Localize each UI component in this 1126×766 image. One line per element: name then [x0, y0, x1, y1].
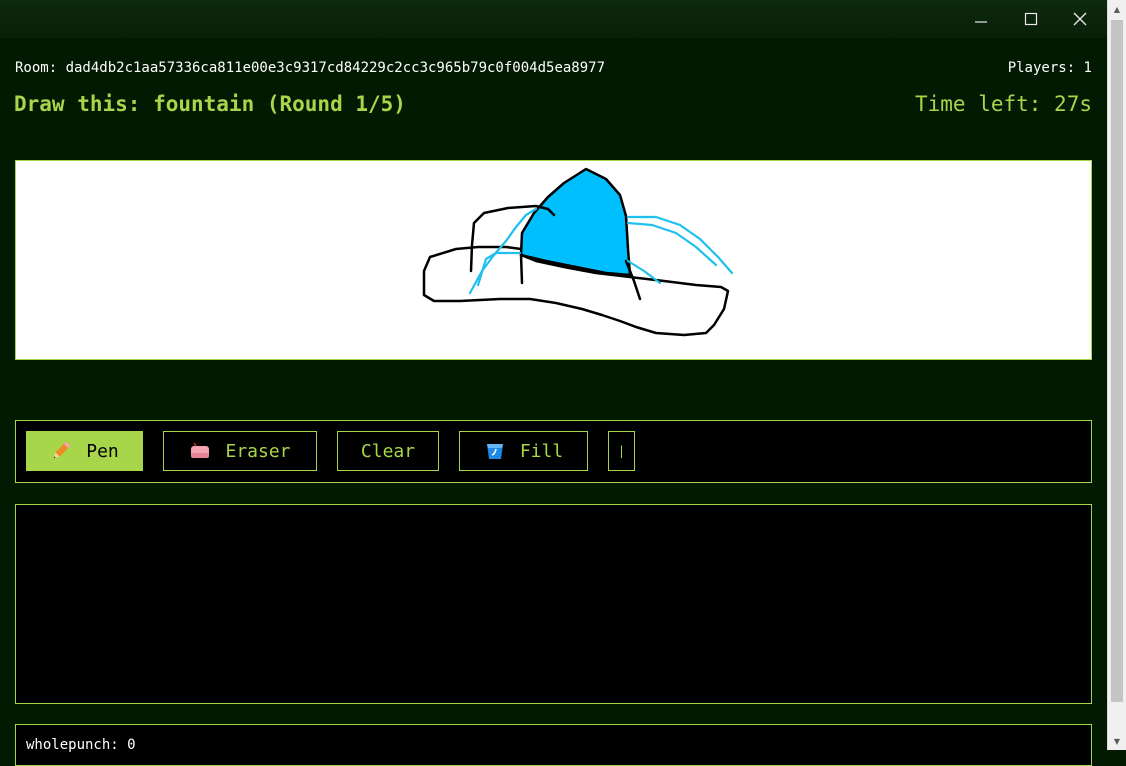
clear-label: Clear: [360, 440, 416, 462]
player-count: Players: 1: [1007, 60, 1092, 76]
minimize-icon[interactable]: [958, 0, 1004, 38]
mast-stroke: [519, 253, 524, 285]
blue-arc-right-2: [626, 221, 718, 267]
color-picker[interactable]: |: [608, 431, 635, 471]
drawing-canvas[interactable]: [15, 160, 1092, 360]
fill-button[interactable]: Fill: [459, 431, 588, 471]
drawing-strokes: [422, 167, 734, 337]
eraser-button[interactable]: Eraser: [163, 431, 317, 471]
vertical-scrollbar[interactable]: ▲ ▼: [1107, 0, 1126, 750]
eraser-icon: [189, 440, 211, 462]
close-icon[interactable]: [1057, 0, 1103, 38]
maximize-icon[interactable]: [1008, 0, 1054, 38]
player-score: wholepunch: 0: [26, 737, 136, 753]
eraser-label: Eraser: [225, 440, 291, 462]
paint-bucket-icon: [484, 440, 506, 462]
drawing-toolbar: Pen Eraser Clear Fill |: [15, 420, 1092, 483]
time-left: Time left: 27s: [914, 92, 1092, 116]
clear-button[interactable]: Clear: [337, 431, 439, 471]
blue-fill-shape: [519, 167, 632, 277]
chat-log[interactable]: [15, 504, 1092, 704]
draw-prompt: Draw this: fountain (Round 1/5): [14, 92, 406, 116]
color-picker-value: |: [617, 444, 626, 458]
fill-label: Fill: [519, 440, 564, 462]
scoreboard: wholepunch: 0: [15, 724, 1092, 766]
scroll-thumb[interactable]: [1111, 20, 1123, 702]
pencil-icon: [50, 440, 72, 462]
scroll-up-arrow-icon[interactable]: ▲: [1108, 0, 1126, 18]
room-id: Room: dad4db2c1aa57336ca811e00e3c9317cd8…: [15, 60, 606, 76]
pen-label: Pen: [86, 440, 119, 462]
scroll-down-arrow-icon[interactable]: ▼: [1108, 732, 1126, 750]
window-titlebar: [0, 0, 1108, 38]
pen-button[interactable]: Pen: [26, 431, 143, 471]
